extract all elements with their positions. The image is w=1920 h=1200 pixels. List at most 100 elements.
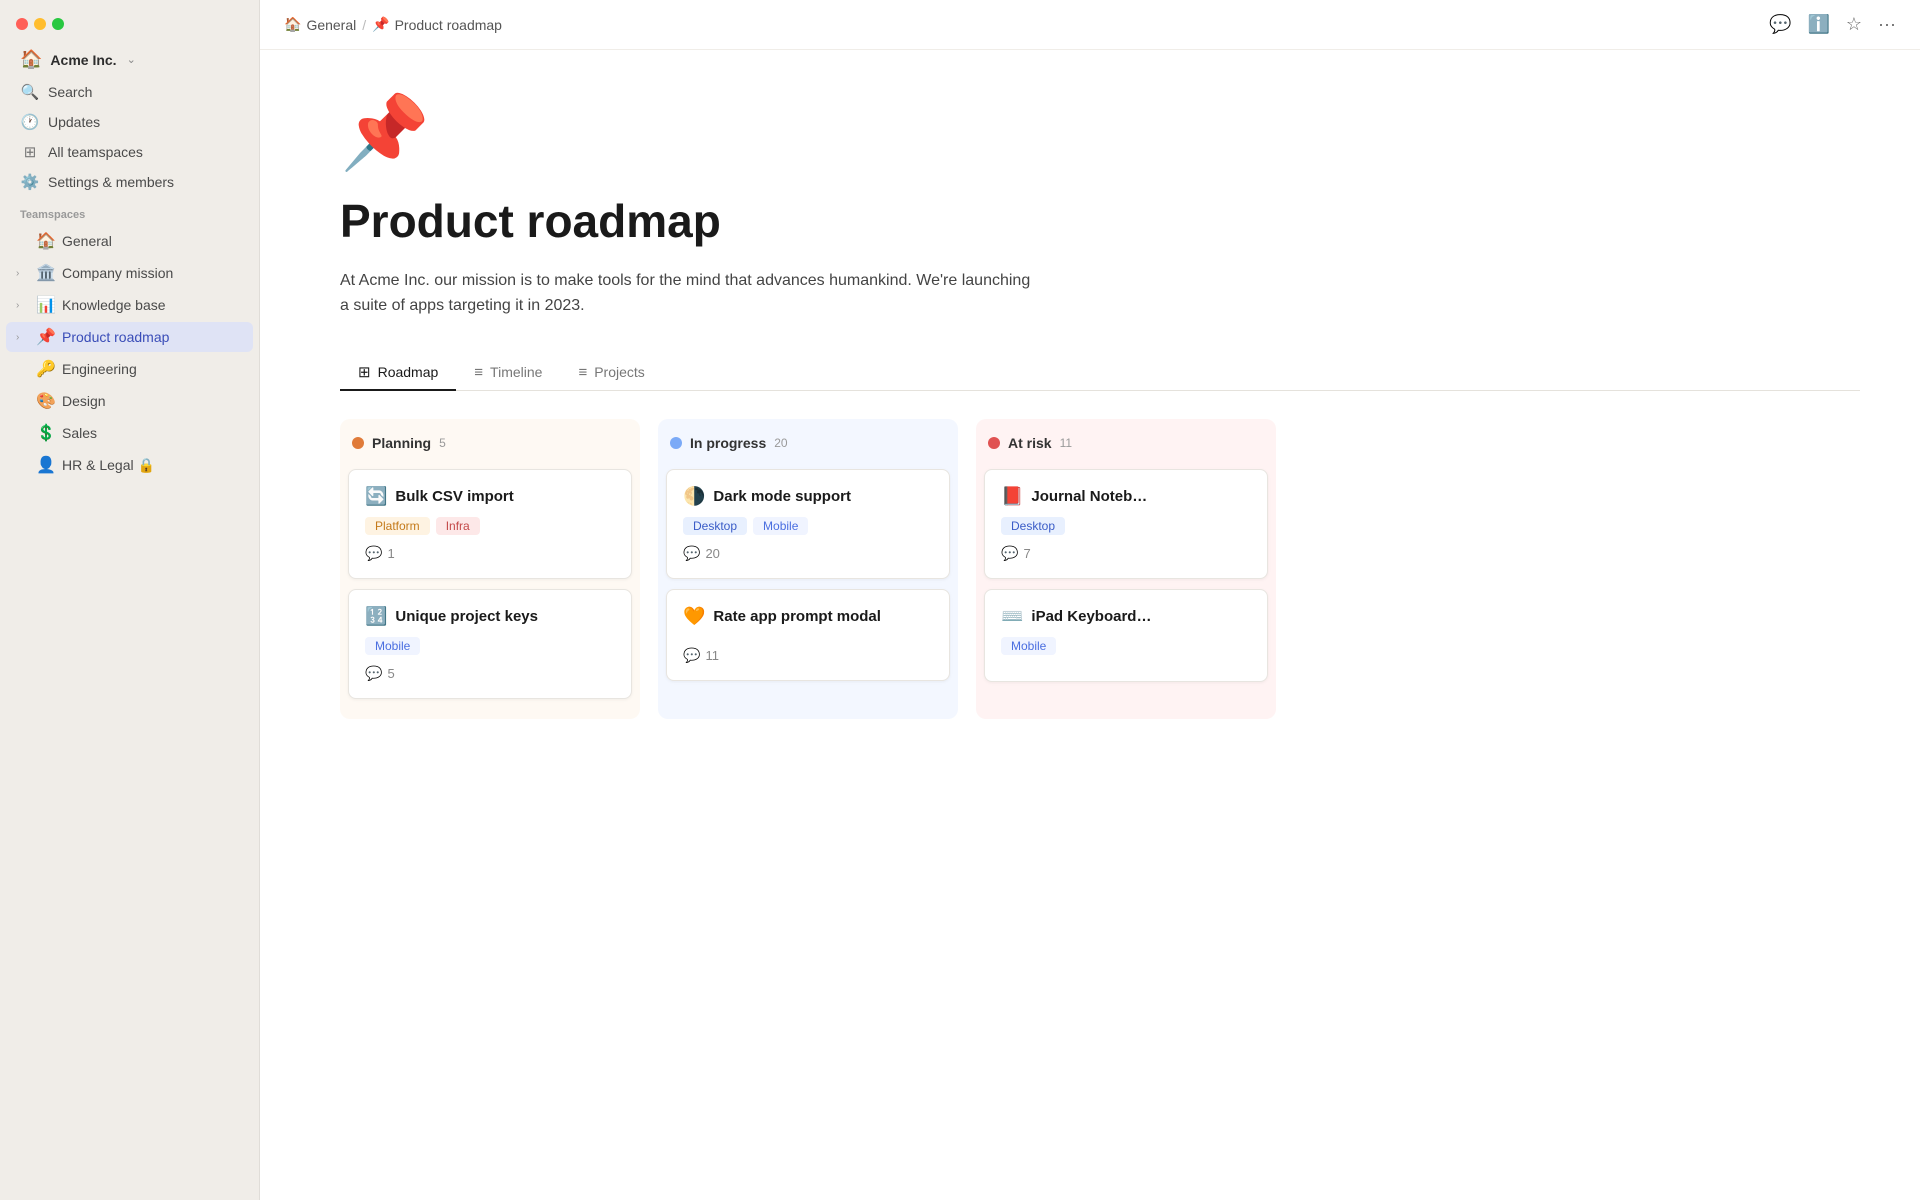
view-tabs: ⊞ Roadmap ≡ Timeline ≡ Projects [340, 355, 1860, 391]
breadcrumb-general[interactable]: 🏠 General [284, 16, 356, 33]
card-title-row: 🔢 Unique project keys [365, 606, 615, 627]
sidebar-item-sales[interactable]: 💲 Sales [6, 418, 253, 448]
card-tags: Desktop [1001, 517, 1251, 535]
search-icon: 🔍 [20, 83, 40, 101]
chevron-right-icon: › [16, 332, 30, 343]
window-controls [0, 10, 259, 42]
paint-icon: 🎨 [36, 391, 56, 411]
kanban-card[interactable]: 🌗 Dark mode support Desktop Mobile 💬 20 [666, 469, 950, 579]
card-title-row: 🌗 Dark mode support [683, 486, 933, 507]
kanban-card[interactable]: 🧡 Rate app prompt modal 💬 11 [666, 589, 950, 681]
comment-icon[interactable]: 💬 [1769, 14, 1791, 35]
breadcrumb-separator: / [362, 17, 366, 33]
projects-tab-icon: ≡ [578, 364, 587, 381]
tree-item-label: Company mission [62, 265, 173, 281]
comment-count: 20 [705, 546, 719, 561]
maximize-dot[interactable] [52, 18, 64, 30]
column-header-atrisk: At risk 11 [984, 429, 1268, 457]
workspace-selector[interactable]: 🏠 Acme Inc. ⌄ [6, 43, 253, 76]
sidebar-item-knowledge-base[interactable]: › 📊 Knowledge base [6, 290, 253, 320]
page-emoji: 📌 [340, 90, 1860, 175]
tag-platform: Platform [365, 517, 430, 535]
card-title-row: 🧡 Rate app prompt modal [683, 606, 933, 627]
kanban-card[interactable]: 🔄 Bulk CSV import Platform Infra 💬 1 [348, 469, 632, 579]
card-icon: 🔄 [365, 486, 387, 507]
column-count: 5 [439, 436, 446, 450]
breadcrumb: 🏠 General / 📌 Product roadmap [284, 16, 502, 33]
kanban-column-atrisk: At risk 11 📕 Journal Noteb… Desktop 💬 7 [976, 419, 1276, 719]
kanban-card[interactable]: ⌨️ iPad Keyboard… Mobile [984, 589, 1268, 682]
kanban-board: Planning 5 🔄 Bulk CSV import Platform In… [340, 419, 1860, 739]
tag-mobile: Mobile [1001, 637, 1056, 655]
sidebar-item-settings[interactable]: ⚙️ Settings & members [6, 168, 253, 196]
tab-label: Projects [594, 364, 645, 380]
comment-icon: 💬 [365, 545, 382, 562]
sidebar-item-label: Search [48, 84, 92, 100]
sidebar-item-engineering[interactable]: 🔑 Engineering [6, 354, 253, 384]
more-icon[interactable]: ··· [1878, 14, 1896, 35]
tab-label: Timeline [490, 364, 542, 380]
sidebar-item-product-roadmap[interactable]: › 📌 Product roadmap [6, 322, 253, 352]
workspace-icon: 🏠 [20, 49, 42, 70]
tab-projects[interactable]: ≡ Projects [560, 356, 662, 391]
comment-count: 1 [387, 546, 394, 561]
key-icon: 🔑 [36, 359, 56, 379]
close-dot[interactable] [16, 18, 28, 30]
card-icon: ⌨️ [1001, 606, 1023, 627]
tree-item-label: Sales [62, 425, 97, 441]
comment-icon: 💬 [1001, 545, 1018, 562]
column-title: In progress [690, 435, 766, 451]
sidebar-item-updates[interactable]: 🕐 Updates [6, 108, 253, 136]
general-icon: 🏠 [284, 16, 301, 33]
info-icon[interactable]: ℹ️ [1807, 14, 1829, 35]
tree-item-label: Design [62, 393, 106, 409]
main-content: 🏠 General / 📌 Product roadmap 💬 ℹ️ ☆ ···… [260, 0, 1920, 1200]
star-icon[interactable]: ☆ [1846, 14, 1862, 35]
tree-item-label: General [62, 233, 112, 249]
card-icon: 🧡 [683, 606, 705, 627]
company-icon: 🏛️ [36, 263, 56, 283]
comment-count: 7 [1023, 546, 1030, 561]
tag-desktop: Desktop [1001, 517, 1065, 535]
tab-roadmap[interactable]: ⊞ Roadmap [340, 355, 456, 391]
page-title: Product roadmap [340, 195, 1860, 248]
card-title: Journal Noteb… [1031, 488, 1147, 505]
card-title: Dark mode support [713, 488, 851, 505]
page-description: At Acme Inc. our mission is to make tool… [340, 268, 1040, 319]
tree-item-label: Engineering [62, 361, 137, 377]
topbar-actions: 💬 ℹ️ ☆ ··· [1769, 14, 1896, 35]
card-comments: 💬 7 [1001, 545, 1251, 562]
kanban-card[interactable]: 🔢 Unique project keys Mobile 💬 5 [348, 589, 632, 699]
minimize-dot[interactable] [34, 18, 46, 30]
workspace-name: Acme Inc. [50, 52, 116, 68]
sidebar-item-label: Updates [48, 114, 100, 130]
sidebar-item-hr-legal[interactable]: 👤 HR & Legal 🔒 [6, 450, 253, 480]
sidebar: 🏠 Acme Inc. ⌄ 🔍 Search 🕐 Updates ⊞ All t… [0, 0, 260, 1200]
status-dot-inprogress [670, 437, 682, 449]
card-comments: 💬 5 [365, 665, 615, 682]
sidebar-item-search[interactable]: 🔍 Search [6, 78, 253, 106]
breadcrumb-label: General [306, 17, 356, 33]
pin-icon: 📌 [36, 327, 56, 347]
breadcrumb-product-roadmap[interactable]: 📌 Product roadmap [372, 16, 502, 33]
person-icon: 👤 [36, 455, 56, 475]
topbar: 🏠 General / 📌 Product roadmap 💬 ℹ️ ☆ ··· [260, 0, 1920, 50]
sidebar-item-general[interactable]: 🏠 General [6, 226, 253, 256]
tag-mobile: Mobile [753, 517, 808, 535]
tab-timeline[interactable]: ≡ Timeline [456, 356, 560, 391]
tree-item-label: HR & Legal 🔒 [62, 457, 155, 474]
chevron-right-icon: › [16, 300, 30, 311]
tab-label: Roadmap [378, 364, 439, 380]
sidebar-item-design[interactable]: 🎨 Design [6, 386, 253, 416]
status-dot-atrisk [988, 437, 1000, 449]
card-title: Unique project keys [395, 608, 538, 625]
sidebar-item-company-mission[interactable]: › 🏛️ Company mission [6, 258, 253, 288]
kanban-card[interactable]: 📕 Journal Noteb… Desktop 💬 7 [984, 469, 1268, 579]
home-icon: 🏠 [36, 231, 56, 251]
comment-icon: 💬 [683, 545, 700, 562]
content-area: 📌 Product roadmap At Acme Inc. our missi… [260, 50, 1920, 1200]
sidebar-item-all-teamspaces[interactable]: ⊞ All teamspaces [6, 138, 253, 166]
chart-icon: 📊 [36, 295, 56, 315]
comment-count: 11 [705, 648, 719, 663]
breadcrumb-label: Product roadmap [395, 17, 502, 33]
